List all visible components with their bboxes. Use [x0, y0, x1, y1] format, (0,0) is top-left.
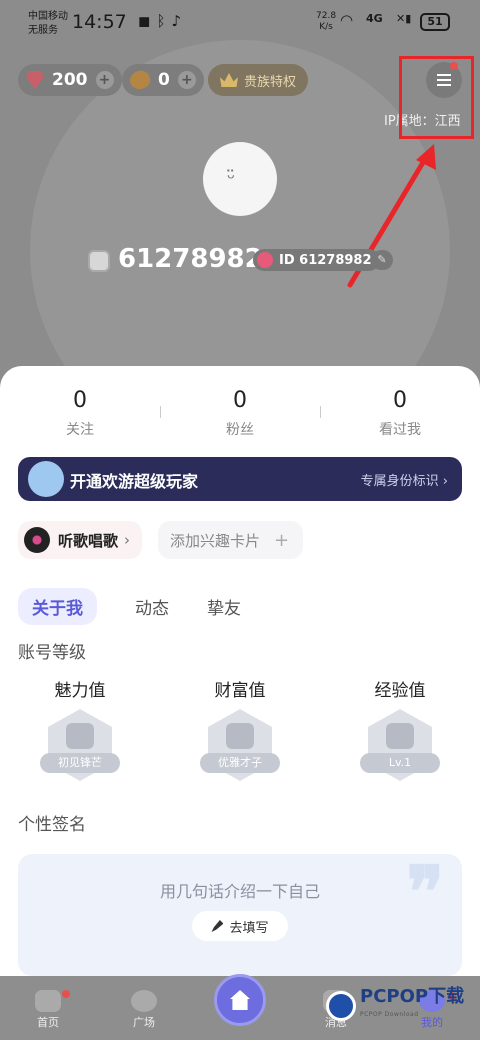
level-charm-badge: 初见锋芒 [40, 753, 120, 773]
battery-indicator: 51 [420, 13, 450, 31]
level-charm[interactable]: 魅力值 初见锋芒 [20, 676, 140, 781]
bean-icon [127, 67, 153, 93]
vip-subtitle-text: 专属身份标识 [360, 474, 439, 489]
user-id-badge[interactable]: ID 61278982 [253, 249, 380, 271]
profile-card: 0 关注 0 粉丝 0 看过我 开通欢游超级玩家 专属身份标识 › 听歌唱歌 ›… [0, 366, 480, 976]
nav-home-label: 首页 [37, 1016, 59, 1029]
watermark-brand: PCPOP下载 [360, 986, 465, 1007]
level-wealth-badge: 优雅才子 [200, 753, 280, 773]
notification-icon: ◼ [138, 12, 157, 30]
watermark-text: PCPOP下载 PCPOP Download [360, 988, 464, 1024]
nav-square[interactable]: 广场 [114, 990, 174, 1030]
tab-about-me[interactable]: 关于我 [18, 588, 97, 625]
signature-title: 个性签名 [18, 815, 86, 835]
network-speed-value: 72.8 [316, 11, 337, 21]
tab-close-friends[interactable]: 挚友 [207, 594, 241, 619]
add-gems-icon[interactable]: + [95, 71, 114, 89]
wifi-icon: ◠ [340, 11, 354, 29]
chevron-right-icon: › [442, 474, 448, 489]
noble-privilege-button[interactable]: 贵族特权 [208, 64, 309, 96]
watermark: PCPOP下载 PCPOP Download [326, 988, 464, 1024]
highlight-box [399, 56, 474, 139]
interest-tag-label: 听歌唱歌 [58, 531, 119, 550]
avatar-face-icon: ᵕ̈ [227, 166, 236, 190]
signature-placeholder: 用几句话介绍一下自己 [159, 882, 320, 901]
fill-signature-button[interactable]: 去填写 [192, 911, 288, 941]
pen-icon [211, 920, 224, 932]
level-experience-name: 经验值 [374, 681, 426, 701]
add-beans-icon[interactable]: + [177, 71, 196, 89]
gamepad-icon [35, 990, 61, 1012]
knight-helmet-icon [88, 250, 110, 272]
clock: 14:57 [72, 11, 127, 33]
plus-icon: + [274, 529, 290, 551]
user-id-text: ID 61278982 [279, 252, 372, 268]
nav-home-badge [62, 990, 70, 998]
network-speed: 72.8 K/s [316, 11, 336, 33]
star-badge-emblem [386, 723, 414, 749]
signature-box: ❞ 用几句话介绍一下自己 去填写 [18, 850, 462, 976]
stat-fans-label: 粉丝 [226, 422, 254, 438]
carrier-info: 中国移动 无服务 [28, 10, 68, 38]
crown-icon [220, 73, 238, 87]
avatar[interactable]: ᵕ̈ [203, 142, 277, 216]
bluetooth-icon: ᛒ [156, 12, 172, 30]
stat-visitors-label: 看过我 [379, 422, 421, 438]
level-charm-name: 魅力值 [54, 681, 106, 701]
stat-following[interactable]: 0 关注 [20, 388, 140, 439]
gem-count: 200 [52, 70, 88, 90]
bean-balance[interactable]: 0 + [122, 64, 204, 96]
id-icon [257, 252, 273, 268]
level-wealth-name: 财富值 [214, 681, 266, 701]
mascot-icon [28, 461, 64, 497]
stat-visitors-value: 0 [393, 388, 407, 413]
vip-banner[interactable]: 开通欢游超级玩家 专属身份标识 › [18, 457, 462, 501]
watermark-logo [326, 991, 356, 1021]
account-level-title: 账号等级 [18, 643, 86, 663]
vip-subtitle: 专属身份标识 › [361, 470, 448, 489]
stat-following-value: 0 [73, 388, 87, 413]
stat-divider [320, 406, 321, 418]
vip-title: 开通欢游超级玩家 [70, 472, 199, 491]
noble-label: 贵族特权 [244, 74, 297, 90]
tab-posts[interactable]: 动态 [135, 594, 169, 619]
music-disc-icon [24, 527, 50, 553]
nav-square-label: 广场 [133, 1016, 155, 1029]
profile-tabs: 关于我 动态 挚友 [18, 588, 279, 625]
wealth-badge-emblem [226, 723, 254, 749]
network-speed-unit: K/s [319, 22, 333, 32]
bean-count: 0 [158, 70, 170, 90]
add-interest-card-button[interactable]: 添加兴趣卡片 + [158, 521, 304, 559]
signal-4g-icon: 4G [366, 12, 383, 25]
carrier-name: 中国移动 [28, 11, 68, 22]
mute-icon: ♪ [171, 12, 188, 30]
interest-tag-song[interactable]: 听歌唱歌 › [18, 521, 143, 559]
fill-signature-label: 去填写 [229, 920, 269, 936]
watermark-sub: PCPOP Download [360, 1011, 419, 1018]
level-wealth[interactable]: 财富值 优雅才子 [180, 676, 300, 781]
stat-visitors[interactable]: 0 看过我 [340, 388, 460, 439]
carrier-status: 无服务 [28, 25, 58, 36]
no-signal-icon: ✕▮ [396, 12, 412, 25]
gem-icon [26, 71, 44, 89]
stat-divider [160, 406, 161, 418]
nickname: 61278982 [118, 244, 263, 274]
house-icon [230, 990, 250, 1010]
chevron-right-icon: › [124, 531, 131, 549]
level-experience-badge: Lv.1 [360, 753, 440, 773]
add-interest-card-label: 添加兴趣卡片 [170, 531, 261, 550]
charm-badge-emblem [66, 723, 94, 749]
edit-profile-icon[interactable]: ✎ [371, 250, 393, 270]
gem-balance[interactable]: 200 + [18, 64, 122, 96]
stat-fans[interactable]: 0 粉丝 [180, 388, 300, 439]
status-icons: ◼ᛒ♪ [138, 12, 187, 30]
stat-following-label: 关注 [66, 422, 94, 438]
create-room-button[interactable] [214, 974, 266, 1026]
stat-fans-value: 0 [233, 388, 247, 413]
level-experience[interactable]: 经验值 Lv.1 [340, 676, 460, 781]
status-bar: 中国移动 无服务 14:57 ◼ᛒ♪ 72.8 K/s ◠ 4G ✕▮ 51 [0, 0, 480, 44]
planet-icon [131, 990, 157, 1012]
